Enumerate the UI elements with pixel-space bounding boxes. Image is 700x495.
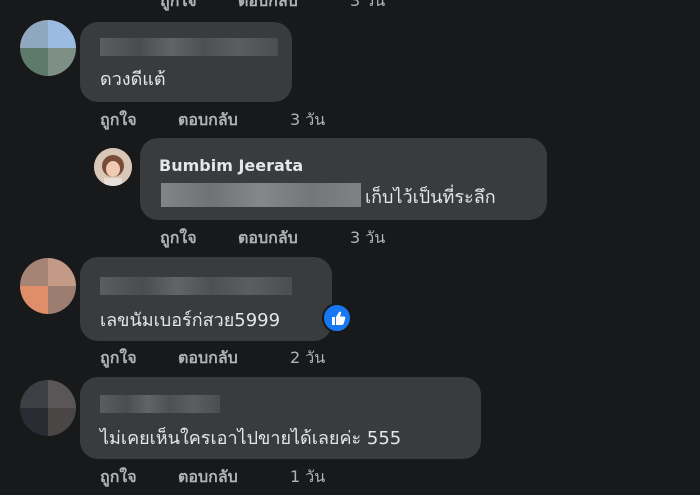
like-link[interactable]: ถูกใจ [160, 226, 197, 251]
like-link[interactable]: ถูกใจ [160, 0, 197, 14]
author-name[interactable]: Bumbim Jeerata [159, 156, 303, 175]
avatar[interactable] [20, 258, 76, 314]
blurred-author-name[interactable] [100, 395, 220, 413]
reply-link[interactable]: ตอบกลับ [238, 0, 298, 14]
avatar[interactable] [94, 148, 132, 186]
comment-time[interactable]: 1 วัน [290, 465, 325, 490]
comment-text: ไม่เคยเห็นใครเอาไปขายได้เลยค่ะ 555 [100, 428, 402, 449]
comment-bubble: เลขนัมเบอร์ก่สวย5999 [80, 257, 332, 341]
comment-text: เก็บไว้เป็นที่ระลึก [365, 187, 496, 208]
comment-bubble: ไม่เคยเห็นใครเอาไปขายได้เลยค่ะ 555 [80, 377, 481, 459]
reply-link[interactable]: ตอบกลับ [238, 226, 298, 251]
blurred-author-name[interactable] [100, 277, 292, 295]
like-link[interactable]: ถูกใจ [100, 465, 137, 490]
blurred-author-name[interactable] [100, 38, 278, 56]
comment-time[interactable]: 3 วัน [350, 0, 385, 14]
avatar-photo-icon [94, 148, 132, 186]
avatar[interactable] [20, 20, 76, 76]
reply-link[interactable]: ตอบกลับ [178, 108, 238, 133]
comment-bubble: Bumbim Jeerata เก็บไว้เป็นที่ระลึก [140, 138, 547, 220]
comment-time[interactable]: 3 วัน [350, 226, 385, 251]
reply-link[interactable]: ตอบกลับ [178, 346, 238, 371]
avatar[interactable] [20, 380, 76, 436]
comment-text: เลขนัมเบอร์ก่สวย5999 [100, 310, 281, 331]
blurred-text [161, 183, 361, 207]
comment-text: ดวงดีแต้ [100, 69, 166, 90]
comment-time[interactable]: 2 วัน [290, 346, 325, 371]
comment-bubble: ดวงดีแต้ [80, 22, 292, 102]
like-reaction-icon[interactable] [322, 303, 352, 333]
like-link[interactable]: ถูกใจ [100, 108, 137, 133]
like-link[interactable]: ถูกใจ [100, 346, 137, 371]
comment-time[interactable]: 3 วัน [290, 108, 325, 133]
reply-link[interactable]: ตอบกลับ [178, 465, 238, 490]
